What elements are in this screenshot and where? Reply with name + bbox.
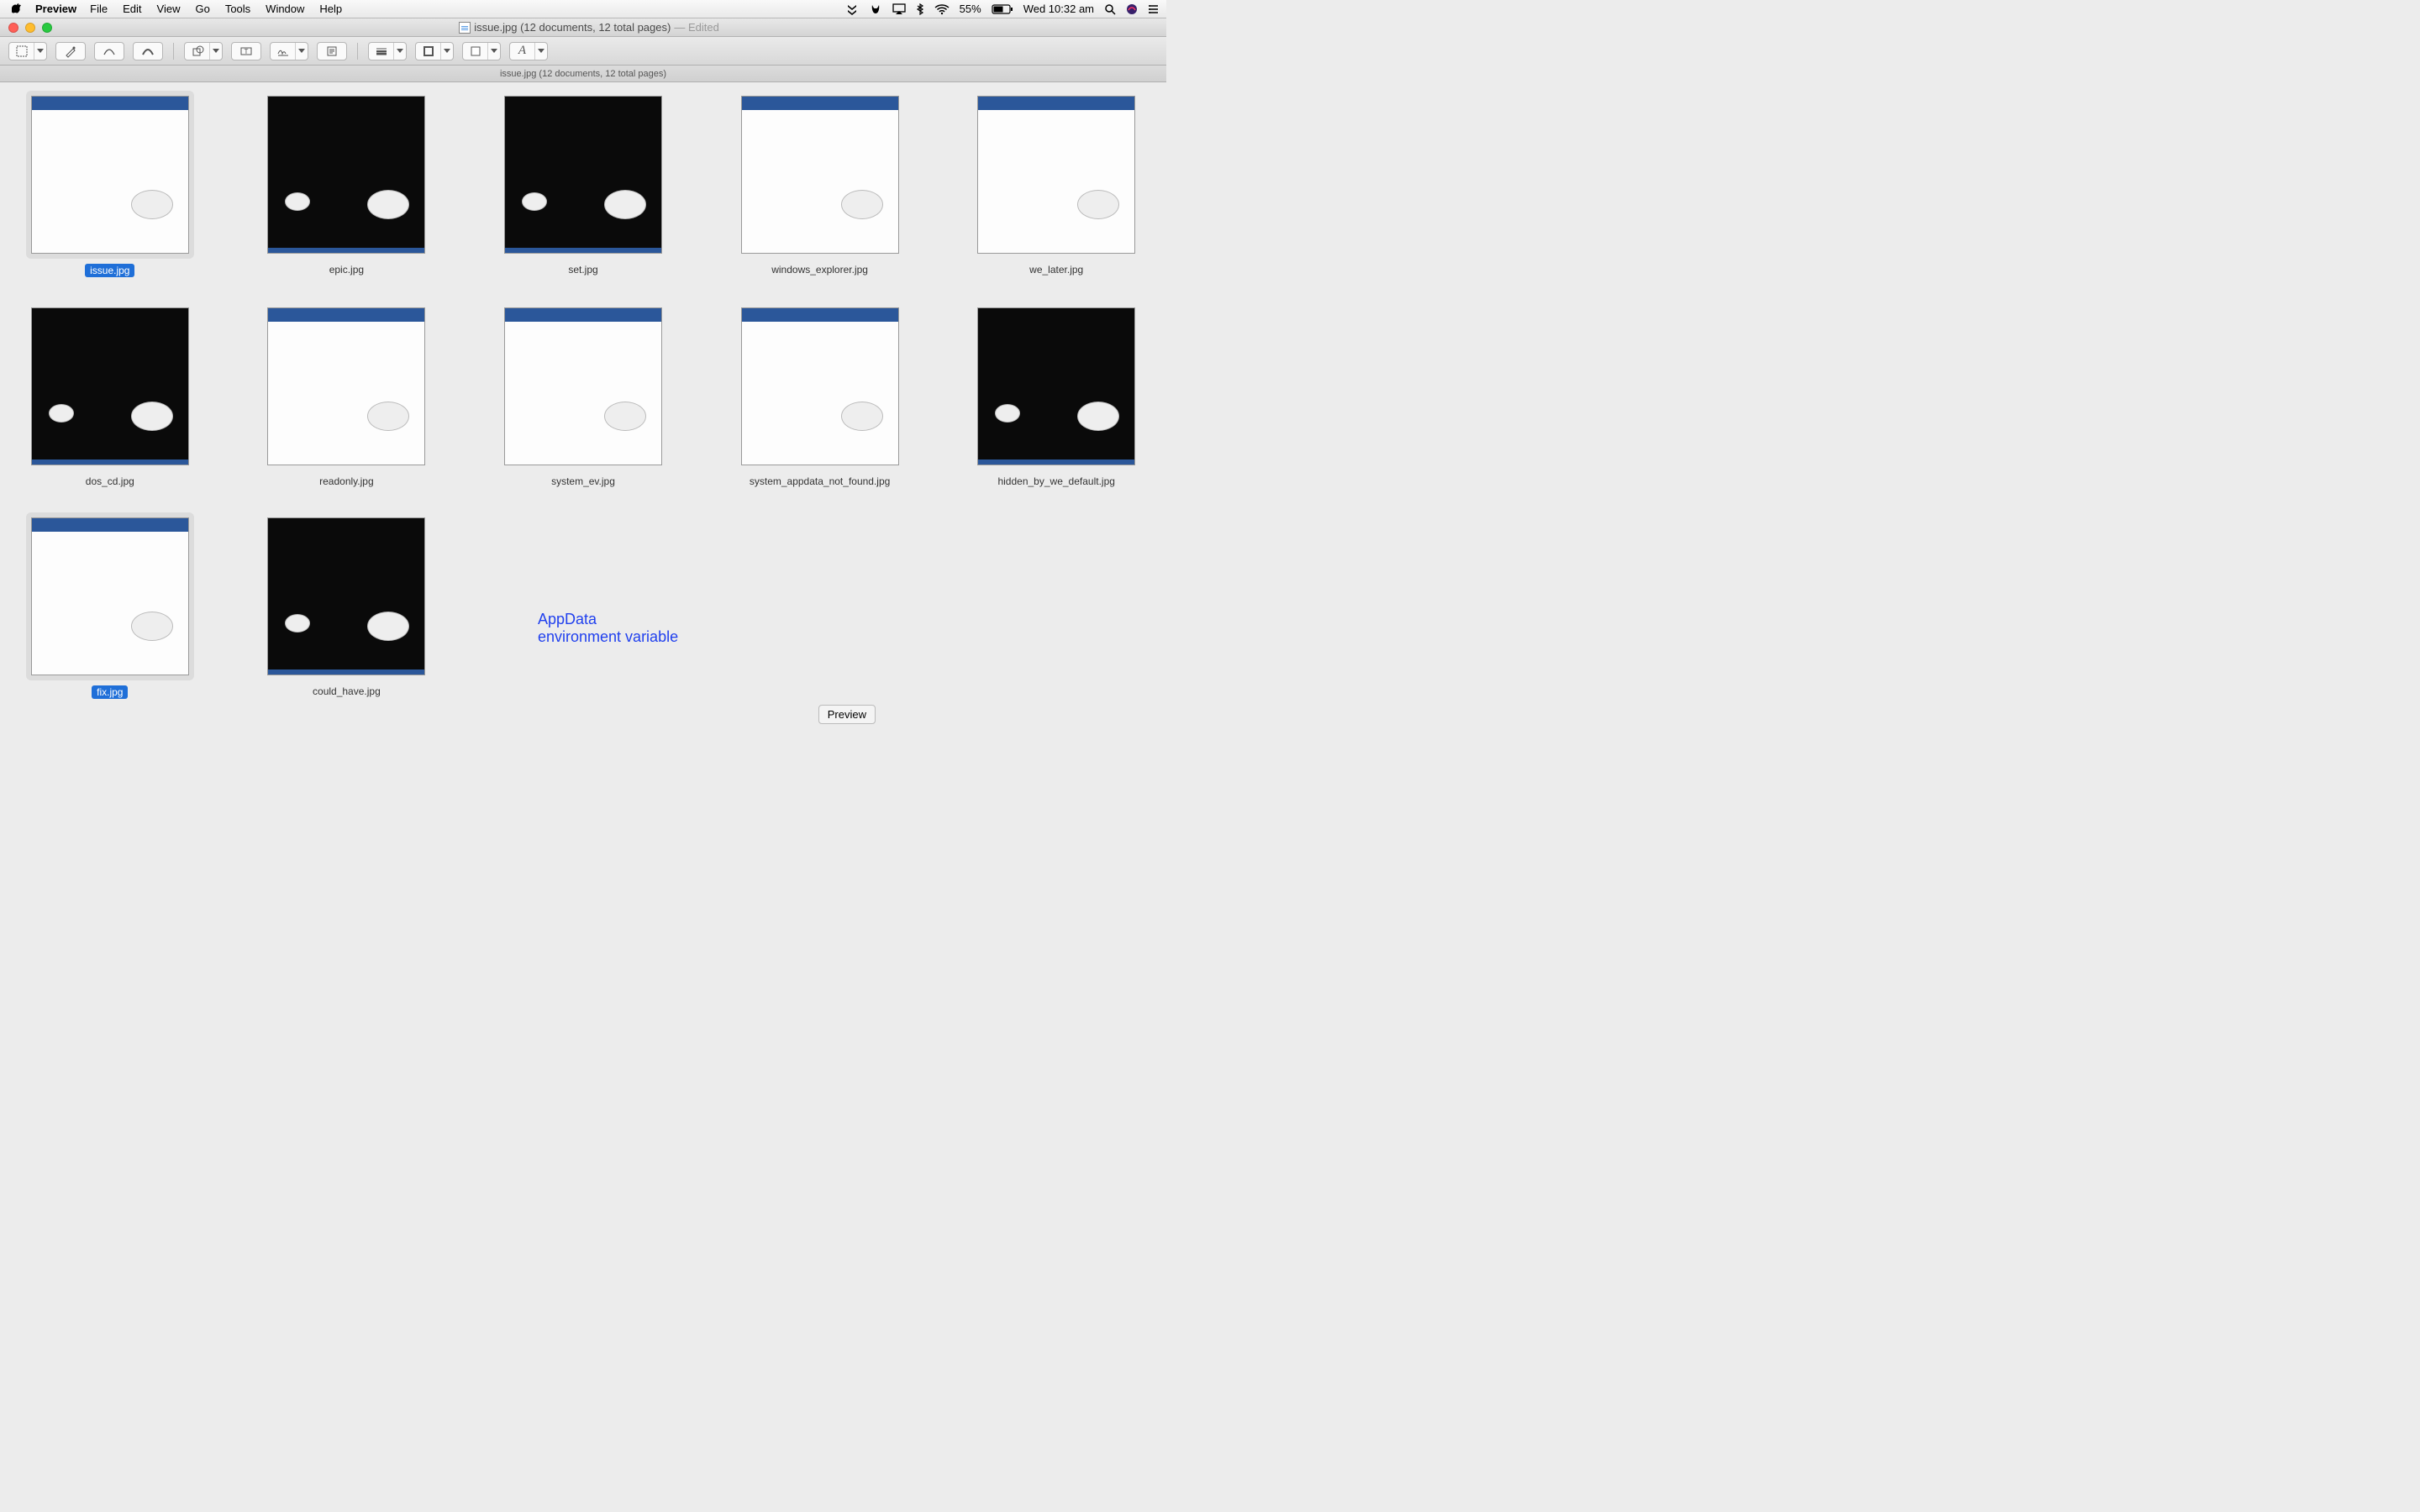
text-annotation-line1: AppData xyxy=(538,611,678,628)
macos-menubar: Preview File Edit View Go Tools Window H… xyxy=(0,0,1166,18)
thumbnail[interactable] xyxy=(499,302,667,470)
thumbnail-cell[interactable]: windows_explorer.jpg xyxy=(727,91,913,277)
thumbnail-image xyxy=(267,517,425,675)
menubar-malware-icon[interactable] xyxy=(869,3,882,15)
window-edited-indicator: — Edited xyxy=(674,21,718,34)
contact-sheet[interactable]: issue.jpg epic.jpg set.jpg windows_explorer… xyxy=(0,82,1166,729)
thumbnail-cell[interactable]: we_later.jpg xyxy=(963,91,1150,277)
menu-go[interactable]: Go xyxy=(195,3,209,15)
sketch-tool[interactable] xyxy=(94,42,124,60)
bluetooth-icon[interactable] xyxy=(916,3,924,15)
thumbnail-image xyxy=(31,517,189,675)
thumbnail-label[interactable]: issue.jpg xyxy=(85,264,134,277)
instant-alpha-tool[interactable] xyxy=(55,42,86,60)
thumbnail[interactable] xyxy=(736,91,904,259)
zoom-button[interactable] xyxy=(42,23,52,33)
thumbnail-image xyxy=(267,307,425,465)
text-tool[interactable]: T xyxy=(231,42,261,60)
thumbnail-label[interactable]: we_later.jpg xyxy=(1029,264,1083,276)
thumbnail-cell[interactable]: system_ev.jpg xyxy=(490,302,676,487)
thumbnail-cell[interactable]: dos_cd.jpg xyxy=(17,302,203,487)
thumbnail-cell[interactable]: hidden_by_we_default.jpg xyxy=(963,302,1150,487)
thumbnail[interactable] xyxy=(262,91,430,259)
wifi-icon[interactable] xyxy=(934,3,950,15)
thumbnail[interactable] xyxy=(262,512,430,680)
thumbnail-label[interactable]: epic.jpg xyxy=(329,264,364,276)
border-color-tool[interactable] xyxy=(415,42,454,60)
thumbnail-cell[interactable]: could_have.jpg xyxy=(254,512,440,699)
font-style-tool[interactable]: A xyxy=(509,42,548,60)
note-tool[interactable] xyxy=(317,42,347,60)
document-proxy-icon[interactable] xyxy=(459,22,471,34)
apple-menu-icon[interactable] xyxy=(12,3,24,15)
window-title: issue.jpg (12 documents, 12 total pages) xyxy=(474,21,671,34)
menubar-clock[interactable]: Wed 10:32 am xyxy=(1023,3,1094,15)
menu-tools[interactable]: Tools xyxy=(225,3,250,15)
window-tab[interactable]: issue.jpg (12 documents, 12 total pages) xyxy=(0,66,1166,82)
thumbnail-cell[interactable]: set.jpg xyxy=(490,91,676,277)
thumbnail-label[interactable]: could_have.jpg xyxy=(313,685,381,697)
thumbnail-label[interactable]: hidden_by_we_default.jpg xyxy=(997,475,1114,487)
dock-tooltip: Preview xyxy=(818,705,876,724)
battery-icon[interactable] xyxy=(992,3,1013,15)
text-annotation-line2: environment variable xyxy=(538,628,678,646)
menu-help[interactable]: Help xyxy=(319,3,342,15)
menu-view[interactable]: View xyxy=(157,3,181,15)
text-annotation[interactable]: AppData environment variable xyxy=(538,611,678,645)
close-button[interactable] xyxy=(8,23,18,33)
window-titlebar[interactable]: issue.jpg (12 documents, 12 total pages)… xyxy=(0,18,1166,37)
thumbnail-label[interactable]: dos_cd.jpg xyxy=(86,475,134,487)
thumbnail-label[interactable]: fix.jpg xyxy=(92,685,128,699)
markup-toolbar: T A xyxy=(0,37,1166,66)
thumbnail[interactable] xyxy=(26,512,194,680)
thumbnail-cell[interactable]: readonly.jpg xyxy=(254,302,440,487)
thumbnail-image xyxy=(504,307,662,465)
minimize-button[interactable] xyxy=(25,23,35,33)
airplay-icon[interactable] xyxy=(892,3,906,15)
fill-color-tool[interactable] xyxy=(462,42,501,60)
thumbnail[interactable] xyxy=(972,302,1140,470)
thumbnail-label[interactable]: system_ev.jpg xyxy=(551,475,615,487)
selection-tool[interactable] xyxy=(8,42,47,60)
menu-edit[interactable]: Edit xyxy=(123,3,141,15)
thumbnail-image xyxy=(31,96,189,254)
thumbnail[interactable] xyxy=(26,91,194,259)
menu-file[interactable]: File xyxy=(90,3,108,15)
menu-window[interactable]: Window xyxy=(266,3,304,15)
thumbnail-image xyxy=(741,96,899,254)
tab-label: issue.jpg (12 documents, 12 total pages) xyxy=(500,69,666,79)
thumbnail-cell[interactable]: epic.jpg xyxy=(254,91,440,277)
siri-icon[interactable] xyxy=(1126,3,1138,15)
thumbnail-image xyxy=(504,96,662,254)
battery-percent: 55% xyxy=(960,3,981,15)
thumbnail[interactable] xyxy=(736,302,904,470)
thumbnail-image xyxy=(267,96,425,254)
thumbnail-label[interactable]: system_appdata_not_found.jpg xyxy=(750,475,890,487)
draw-tool[interactable] xyxy=(133,42,163,60)
notification-center-icon[interactable] xyxy=(1148,3,1160,15)
menubar-extra-icon[interactable] xyxy=(845,3,859,15)
shapes-tool[interactable] xyxy=(184,42,223,60)
svg-text:T: T xyxy=(245,48,249,55)
thumbnail-cell[interactable]: system_appdata_not_found.jpg xyxy=(727,302,913,487)
thumbnail-image xyxy=(977,96,1135,254)
thumbnail-image xyxy=(31,307,189,465)
thumbnail-cell[interactable]: fix.jpg xyxy=(17,512,203,699)
line-style-tool[interactable] xyxy=(368,42,407,60)
thumbnail[interactable] xyxy=(499,91,667,259)
menubar-app-name[interactable]: Preview xyxy=(35,3,76,15)
thumbnail[interactable] xyxy=(26,302,194,470)
thumbnail-label[interactable]: set.jpg xyxy=(568,264,597,276)
thumbnail-image xyxy=(977,307,1135,465)
thumbnail[interactable] xyxy=(972,91,1140,259)
spotlight-icon[interactable] xyxy=(1104,3,1116,15)
window-traffic-lights xyxy=(0,23,60,33)
thumbnail[interactable] xyxy=(262,302,430,470)
preview-window: issue.jpg (12 documents, 12 total pages)… xyxy=(0,18,1166,729)
thumbnail-label[interactable]: readonly.jpg xyxy=(319,475,374,487)
thumbnail-label[interactable]: windows_explorer.jpg xyxy=(771,264,868,276)
thumbnail-image xyxy=(741,307,899,465)
sign-tool[interactable] xyxy=(270,42,308,60)
thumbnail-cell[interactable]: issue.jpg xyxy=(17,91,203,277)
